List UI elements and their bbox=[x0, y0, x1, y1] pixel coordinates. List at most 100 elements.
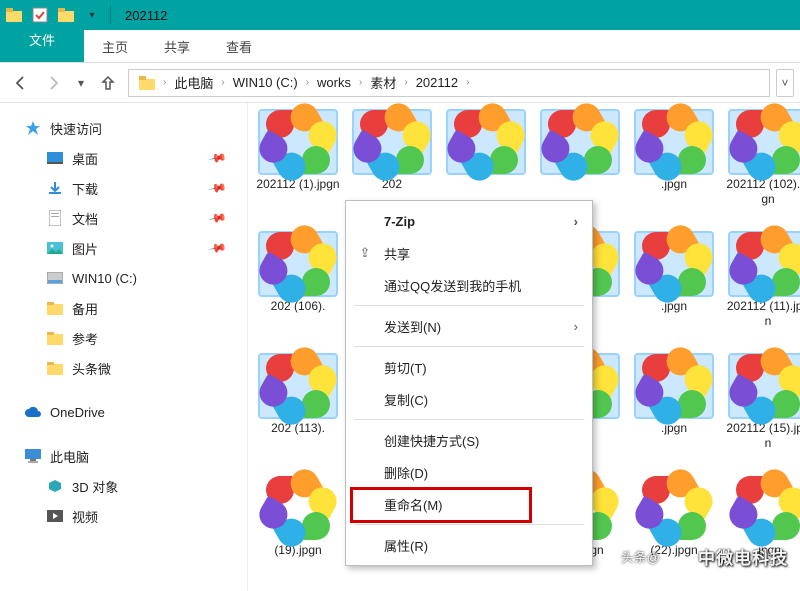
ctx-cut[interactable]: 剪切(T) bbox=[346, 351, 592, 383]
download-icon bbox=[46, 179, 64, 197]
swirl-thumbnail-icon bbox=[354, 111, 430, 173]
cube-icon bbox=[46, 477, 64, 495]
file-item[interactable]: 202112 (1).jpgn bbox=[256, 111, 340, 221]
tab-file[interactable]: 文件 bbox=[0, 30, 84, 62]
crumb-sucai[interactable]: 素材 bbox=[364, 73, 402, 92]
sidebar-win10c[interactable]: WIN10 (C:) bbox=[0, 263, 247, 293]
crumb-this-pc[interactable]: 此电脑 bbox=[168, 73, 219, 92]
tab-share[interactable]: 共享 bbox=[146, 30, 208, 62]
file-name: 202112 (102).jpgn bbox=[726, 177, 800, 207]
swirl-thumbnail-icon bbox=[730, 355, 800, 417]
swirl-thumbnail-icon bbox=[260, 355, 336, 417]
swirl-thumbnail-icon bbox=[730, 111, 800, 173]
ctx-copy[interactable]: 复制(C) bbox=[346, 383, 592, 415]
file-name: (19).jpgn bbox=[256, 543, 340, 558]
ctx-label: 7-Zip bbox=[384, 214, 415, 229]
sidebar-videos[interactable]: 视频 bbox=[0, 501, 247, 531]
ctx-rename[interactable]: 重命名(M) bbox=[346, 488, 592, 520]
document-icon bbox=[46, 209, 64, 227]
file-item[interactable]: 202112 (102).jpgn bbox=[726, 111, 800, 221]
ctx-send-qq[interactable]: 通过QQ发送到我的手机 bbox=[346, 269, 592, 301]
ctx-share[interactable]: ⇪ 共享 bbox=[346, 237, 592, 269]
chevron-right-icon[interactable]: › bbox=[402, 77, 409, 88]
nav-pane[interactable]: 快速访问 桌面 📌 下载 📌 文档 📌 图片 📌 WIN10 (C:) bbox=[0, 103, 248, 591]
sidebar-item-label: 快速访问 bbox=[50, 119, 102, 138]
quick-access-toolbar: ▾ bbox=[30, 5, 104, 25]
sidebar-documents[interactable]: 文档 📌 bbox=[0, 203, 247, 233]
file-name: 202 bbox=[350, 177, 434, 192]
tab-home[interactable]: 主页 bbox=[84, 30, 146, 62]
chevron-right-icon[interactable]: › bbox=[161, 77, 168, 88]
sidebar-desktop[interactable]: 桌面 📌 bbox=[0, 143, 247, 173]
picture-icon bbox=[46, 239, 64, 257]
sidebar-toutiao[interactable]: 头条微 bbox=[0, 353, 247, 383]
recent-dropdown[interactable]: ▾ bbox=[74, 69, 88, 97]
addr-folder-icon bbox=[133, 76, 161, 90]
crumb-works[interactable]: works bbox=[311, 75, 357, 90]
titlebar-separator bbox=[110, 6, 111, 24]
file-item[interactable]: .jpgn bbox=[632, 111, 716, 221]
forward-button[interactable] bbox=[40, 69, 68, 97]
chevron-right-icon[interactable]: › bbox=[357, 77, 364, 88]
ctx-delete[interactable]: 删除(D) bbox=[346, 456, 592, 488]
sidebar-3d-objects[interactable]: 3D 对象 bbox=[0, 471, 247, 501]
tab-view[interactable]: 查看 bbox=[208, 30, 270, 62]
file-item[interactable]: .jpgn bbox=[726, 477, 800, 587]
sidebar-pictures[interactable]: 图片 📌 bbox=[0, 233, 247, 263]
swirl-thumbnail-icon bbox=[448, 111, 524, 173]
ctx-label: 属性(R) bbox=[384, 536, 428, 555]
watermark-brand: 中微电科技 bbox=[698, 544, 788, 569]
file-item[interactable]: 202 (113). bbox=[256, 355, 340, 465]
ribbon: 文件 主页 共享 查看 bbox=[0, 30, 800, 63]
file-item[interactable]: .jpgn bbox=[632, 355, 716, 465]
swirl-thumbnail-icon bbox=[730, 477, 800, 539]
pin-icon: 📌 bbox=[207, 148, 227, 168]
sidebar-backup[interactable]: 备用 bbox=[0, 293, 247, 323]
ctx-create-shortcut[interactable]: 创建快捷方式(S) bbox=[346, 424, 592, 456]
file-name: 202 (113). bbox=[256, 421, 340, 436]
ctx-send-to[interactable]: 发送到(N) › bbox=[346, 310, 592, 342]
file-item[interactable]: (19).jpgn bbox=[256, 477, 340, 587]
up-button[interactable] bbox=[94, 69, 122, 97]
sidebar-downloads[interactable]: 下载 📌 bbox=[0, 173, 247, 203]
file-item[interactable]: (22).jpgn bbox=[632, 477, 716, 587]
sidebar-onedrive[interactable]: OneDrive bbox=[0, 397, 247, 427]
file-item[interactable]: 202112 (15).jpgn bbox=[726, 355, 800, 465]
qat-folder-icon[interactable] bbox=[56, 5, 76, 25]
addr-dropdown[interactable]: ˅ bbox=[776, 69, 794, 97]
address-bar[interactable]: › 此电脑 › WIN10 (C:) › works › 素材 › 202112… bbox=[128, 69, 770, 97]
ctx-separator bbox=[354, 346, 584, 347]
sidebar-quick-access[interactable]: 快速访问 bbox=[0, 113, 247, 143]
ctx-7zip[interactable]: 7-Zip › bbox=[346, 205, 592, 237]
file-item[interactable]: .jpgn bbox=[632, 233, 716, 343]
sidebar-reference[interactable]: 参考 bbox=[0, 323, 247, 353]
context-menu: 7-Zip › ⇪ 共享 通过QQ发送到我的手机 发送到(N) › 剪切(T) … bbox=[345, 200, 593, 566]
sidebar-item-label: 桌面 bbox=[72, 149, 98, 168]
sidebar-item-label: 备用 bbox=[72, 299, 98, 318]
file-item[interactable]: 202112 (11).jpgn bbox=[726, 233, 800, 343]
ctx-label: 发送到(N) bbox=[384, 317, 441, 336]
ctx-label: 重命名(M) bbox=[384, 495, 443, 514]
sidebar-item-label: 头条微 bbox=[72, 359, 111, 378]
nav-row: ▾ › 此电脑 › WIN10 (C:) › works › 素材 › 2021… bbox=[0, 63, 800, 103]
chevron-right-icon[interactable]: › bbox=[304, 77, 311, 88]
chevron-right-icon[interactable]: › bbox=[219, 77, 226, 88]
file-name: 202112 (1).jpgn bbox=[256, 177, 340, 192]
qat-properties-icon[interactable] bbox=[30, 5, 50, 25]
qat-dropdown-icon[interactable]: ▾ bbox=[82, 5, 102, 25]
crumb-drive[interactable]: WIN10 (C:) bbox=[227, 75, 304, 90]
folder-icon bbox=[46, 299, 64, 317]
back-button[interactable] bbox=[6, 69, 34, 97]
ctx-properties[interactable]: 属性(R) bbox=[346, 529, 592, 561]
sidebar-this-pc[interactable]: 此电脑 bbox=[0, 441, 247, 471]
drive-icon bbox=[46, 269, 64, 287]
swirl-thumbnail-icon bbox=[260, 233, 336, 295]
ctx-label: 通过QQ发送到我的手机 bbox=[384, 276, 521, 295]
pin-icon: 📌 bbox=[207, 178, 227, 198]
crumb-current[interactable]: 202112 bbox=[410, 75, 464, 90]
video-icon bbox=[46, 507, 64, 525]
desktop-icon bbox=[46, 149, 64, 167]
file-item[interactable]: 202 (106). bbox=[256, 233, 340, 343]
swirl-thumbnail-icon bbox=[636, 111, 712, 173]
chevron-right-icon[interactable]: › bbox=[464, 77, 471, 88]
